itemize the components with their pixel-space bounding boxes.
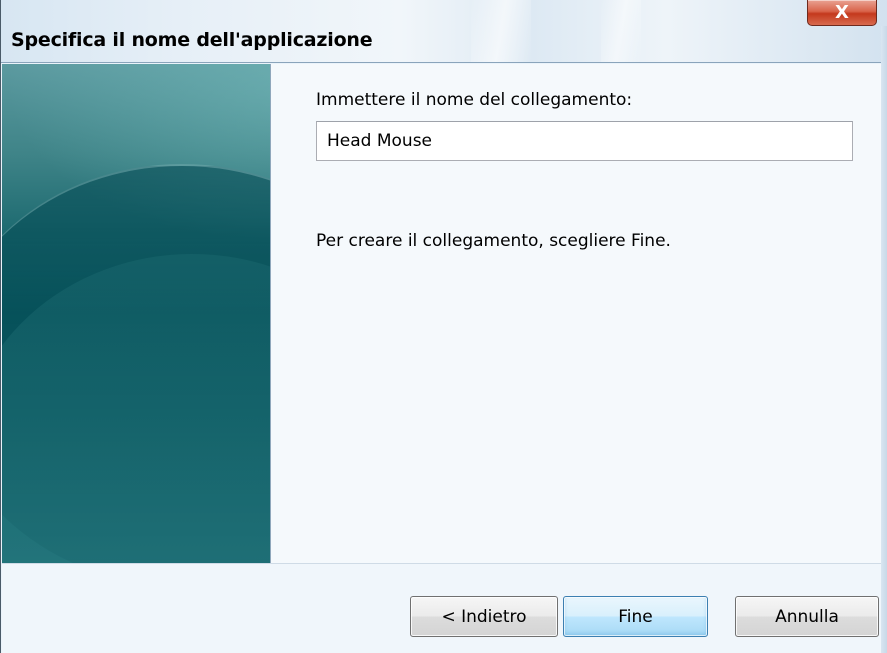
wizard-side-banner xyxy=(2,64,270,563)
dialog-title: Specifica il nome dell'applicazione xyxy=(11,29,373,51)
finish-button[interactable]: Fine xyxy=(563,596,708,637)
close-button[interactable]: X xyxy=(807,0,877,26)
window-border xyxy=(881,26,887,653)
close-icon: X xyxy=(835,2,849,23)
shortcut-name-input[interactable] xyxy=(316,121,853,161)
wizard-content: Immettere il nome del collegamento: Per … xyxy=(270,64,887,563)
wizard-dialog: Specifica il nome dell'applicazione X Im… xyxy=(0,0,887,653)
title-bar[interactable]: Specifica il nome dell'applicazione X xyxy=(1,0,887,63)
shortcut-name-label: Immettere il nome del collegamento: xyxy=(316,90,633,110)
button-bar: < Indietro Fine Annulla xyxy=(2,563,887,653)
cancel-button[interactable]: Annulla xyxy=(735,596,879,637)
back-button[interactable]: < Indietro xyxy=(410,596,558,637)
finish-hint-text: Per creare il collegamento, scegliere Fi… xyxy=(316,231,671,251)
